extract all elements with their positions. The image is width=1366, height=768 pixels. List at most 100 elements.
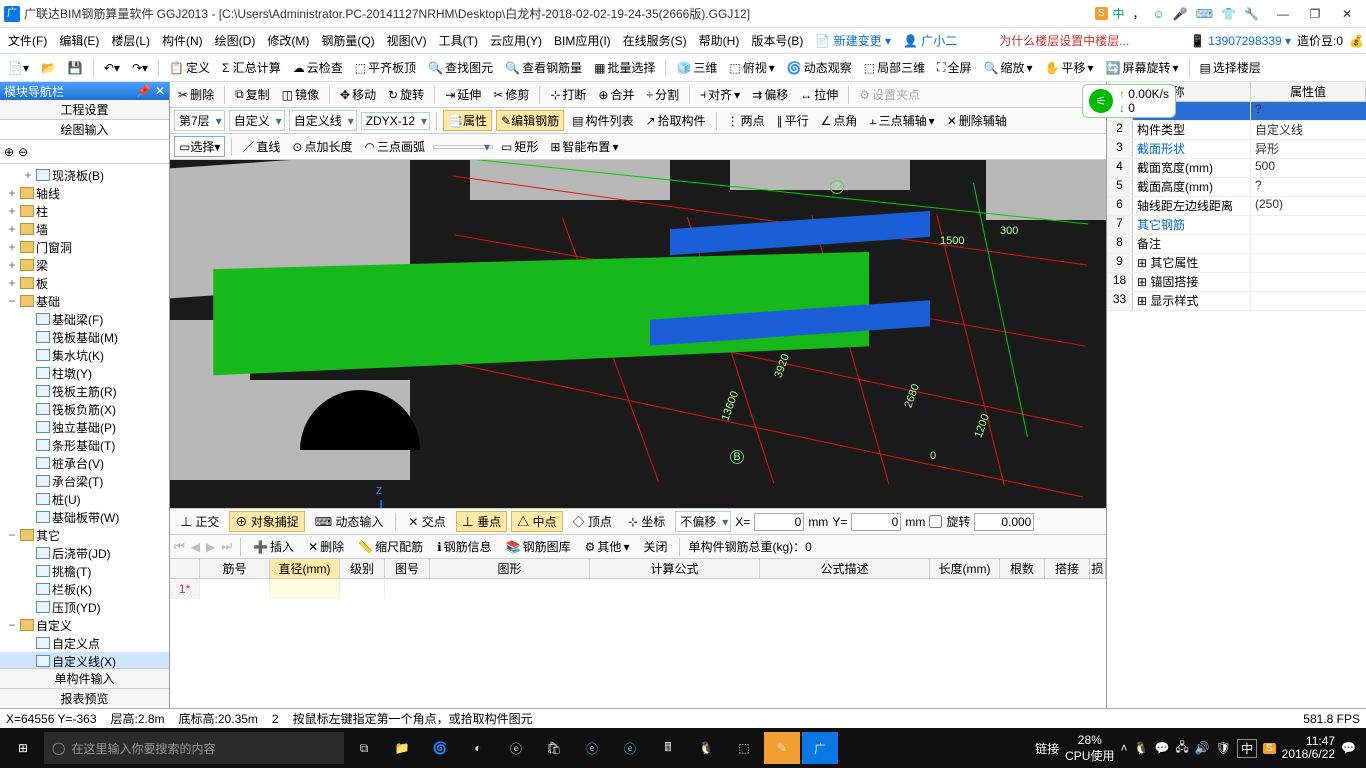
rebar-grid[interactable]: 筋号 直径(mm) 级别 图号 图形 计算公式 公式描述 长度(mm) 根数 搭… [170, 558, 1106, 708]
top-view-button[interactable]: ⬚ 俯视 ▾ [725, 57, 778, 78]
ortho-toggle[interactable]: ⊥ 正交 [174, 511, 225, 532]
find-elem-button[interactable]: 🔍 查找图元 [424, 57, 497, 78]
code-dropdown[interactable]: ZDYX-12 [361, 112, 430, 130]
select-tool[interactable]: ▭ 选择 ▾ [174, 136, 225, 157]
two-point-button[interactable]: ⋮ 两点 [723, 110, 769, 131]
task-store-icon[interactable]: 🛍 [536, 732, 572, 764]
tree-item[interactable]: 自定义线(X) [0, 652, 169, 668]
prev-icon[interactable]: ◀ [191, 540, 200, 554]
merge-button[interactable]: ⊕ 合并 [594, 84, 638, 105]
tree-item[interactable]: 柱墩(Y) [0, 364, 169, 382]
close-button[interactable]: ✕ [1332, 4, 1362, 24]
point-angle-button[interactable]: ∠ 点角 [817, 110, 862, 131]
minimize-button[interactable]: — [1268, 4, 1298, 24]
smart-layout-tool[interactable]: ⊞ 智能布置 ▾ [546, 136, 622, 157]
rebar-lib-button[interactable]: 📚 钢筋图库 [502, 536, 575, 557]
tree-item[interactable]: +现浇板(B) [0, 166, 169, 184]
tray-notif-icon[interactable]: 💬 [1341, 741, 1356, 755]
tree-item[interactable]: 独立基础(P) [0, 418, 169, 436]
mic-icon[interactable]: 🎤 [1170, 6, 1191, 22]
x-input[interactable] [754, 513, 804, 531]
flat-top-button[interactable]: ⬚ 平齐板顶 [351, 57, 420, 78]
user-link[interactable]: 👤 广小二 [897, 30, 963, 51]
arc-dropdown[interactable] [433, 145, 493, 149]
task-ggj-icon[interactable]: 广 [802, 732, 838, 764]
tool-icon[interactable]: 🔧 [1241, 6, 1262, 22]
tree-item[interactable]: −自定义 [0, 616, 169, 634]
coin-icon[interactable]: 💰 [1349, 34, 1364, 48]
split-button[interactable]: ÷ 分割 [643, 84, 684, 105]
undo-icon[interactable]: ↶▾ [100, 59, 124, 77]
tree-item[interactable]: 压顶(YD) [0, 598, 169, 616]
col-desc[interactable]: 公式描述 [760, 559, 930, 578]
tree-item[interactable]: 筏板主筋(R) [0, 382, 169, 400]
col-dia[interactable]: 直径(mm) [270, 559, 340, 578]
fullscreen-button[interactable]: ⛶ 全屏 [933, 57, 975, 78]
menu-help[interactable]: 帮助(H) [693, 30, 746, 51]
menu-cloud[interactable]: 云应用(Y) [484, 30, 548, 51]
tree-item[interactable]: 后浇带(JD) [0, 544, 169, 562]
type-dropdown[interactable]: 自定义线 [289, 110, 357, 131]
comp-list-button[interactable]: ▤ 构件列表 [568, 110, 637, 131]
menu-component[interactable]: 构件(N) [156, 30, 209, 51]
align-button[interactable]: ⫞ 对齐 ▾ [696, 84, 744, 105]
panel-close-icon[interactable]: ✕ [155, 84, 165, 98]
warning-text[interactable]: 为什么楼层设置中楼层... [993, 30, 1135, 51]
floor-dropdown[interactable]: 第7层 [174, 110, 225, 131]
task-qq-icon[interactable]: 🐧 [688, 732, 724, 764]
menu-online[interactable]: 在线服务(S) [617, 30, 693, 51]
menu-bim[interactable]: BIM应用(I) [548, 30, 617, 51]
tree-item[interactable]: 筏板基础(M) [0, 328, 169, 346]
close-rebar-button[interactable]: 关闭 [639, 536, 671, 557]
tree-item[interactable]: +墙 [0, 220, 169, 238]
dyn-input-toggle[interactable]: ⌨ 动态输入 [309, 511, 390, 532]
tray-vol-icon[interactable]: 🔊 [1195, 741, 1210, 755]
rect-tool[interactable]: ▭ 矩形 [497, 136, 542, 157]
save-icon[interactable]: 💾 [64, 59, 87, 77]
zoom-button[interactable]: 🔍 缩放 ▾ [980, 57, 1037, 78]
parallel-button[interactable]: ∥ 平行 [773, 110, 813, 131]
select-floor-button[interactable]: ▤ 选择楼层 [1196, 57, 1265, 78]
tray-qq-icon[interactable]: 🐧 [1133, 741, 1148, 755]
xpt-toggle[interactable]: ✕ 交点 [402, 511, 451, 532]
pin-icon[interactable]: 📌 [136, 84, 151, 98]
redo-icon[interactable]: ↷▾ [128, 59, 152, 77]
offset-button[interactable]: ⇉ 偏移 [748, 84, 792, 105]
local3d-button[interactable]: ⬚ 局部三维 [860, 57, 929, 78]
task-ie-icon[interactable]: ⓔ [574, 732, 610, 764]
tree-item[interactable]: +柱 [0, 202, 169, 220]
category-dropdown[interactable]: 自定义 [229, 110, 285, 131]
tray-clock[interactable]: 11:472018/6/22 [1282, 735, 1335, 761]
mid-toggle[interactable]: △ 中点 [511, 511, 562, 532]
col-len[interactable]: 长度(mm) [930, 559, 1000, 578]
tray-msg-icon[interactable]: 💬 [1154, 741, 1169, 755]
mirror-button[interactable]: ◫ 镜像 [278, 84, 323, 105]
tree-item[interactable]: +门窗洞 [0, 238, 169, 256]
maximize-button[interactable]: ❐ [1300, 4, 1330, 24]
y-input[interactable] [851, 513, 901, 531]
report-preview-button[interactable]: 报表预览 [0, 688, 169, 708]
rebar-info-button[interactable]: ℹ 钢筋信息 [433, 536, 496, 557]
menu-rebar[interactable]: 钢筋量(Q) [315, 30, 380, 51]
tree-item[interactable]: 桩(U) [0, 490, 169, 508]
col-lap[interactable]: 搭接 [1045, 559, 1090, 578]
tray-ime[interactable]: 中 [1237, 739, 1257, 758]
open-icon[interactable]: 📂 [37, 59, 60, 77]
cloudcheck-button[interactable]: ☁ 云检查 [289, 57, 347, 78]
coord-toggle[interactable]: ⊹ 坐标 [622, 511, 671, 532]
task-app3-icon[interactable]: ⬚ [726, 732, 762, 764]
ime-s-icon[interactable]: S [1095, 7, 1108, 20]
menu-modify[interactable]: 修改(M) [261, 30, 315, 51]
new-change-link[interactable]: 📄 新建变更 ▾ [809, 30, 897, 51]
tray-sogou-icon[interactable]: S [1263, 743, 1276, 754]
network-indicator[interactable]: ⚟ ↑ 0.00K/s↓ 0 [1082, 84, 1176, 118]
col-num[interactable]: 筋号 [200, 559, 270, 578]
line-tool[interactable]: ／ 直线 [238, 136, 284, 157]
3d-button[interactable]: 🧊 三维 [672, 57, 721, 78]
perp-toggle[interactable]: ⊥ 垂点 [456, 511, 507, 532]
tree-item[interactable]: −基础 [0, 292, 169, 310]
view-rebar-button[interactable]: 🔍 查看钢筋量 [501, 57, 586, 78]
tree-item[interactable]: 基础梁(F) [0, 310, 169, 328]
prop-row[interactable]: 8备注 [1107, 235, 1366, 254]
task-app2-icon[interactable]: ◐ [460, 732, 496, 764]
